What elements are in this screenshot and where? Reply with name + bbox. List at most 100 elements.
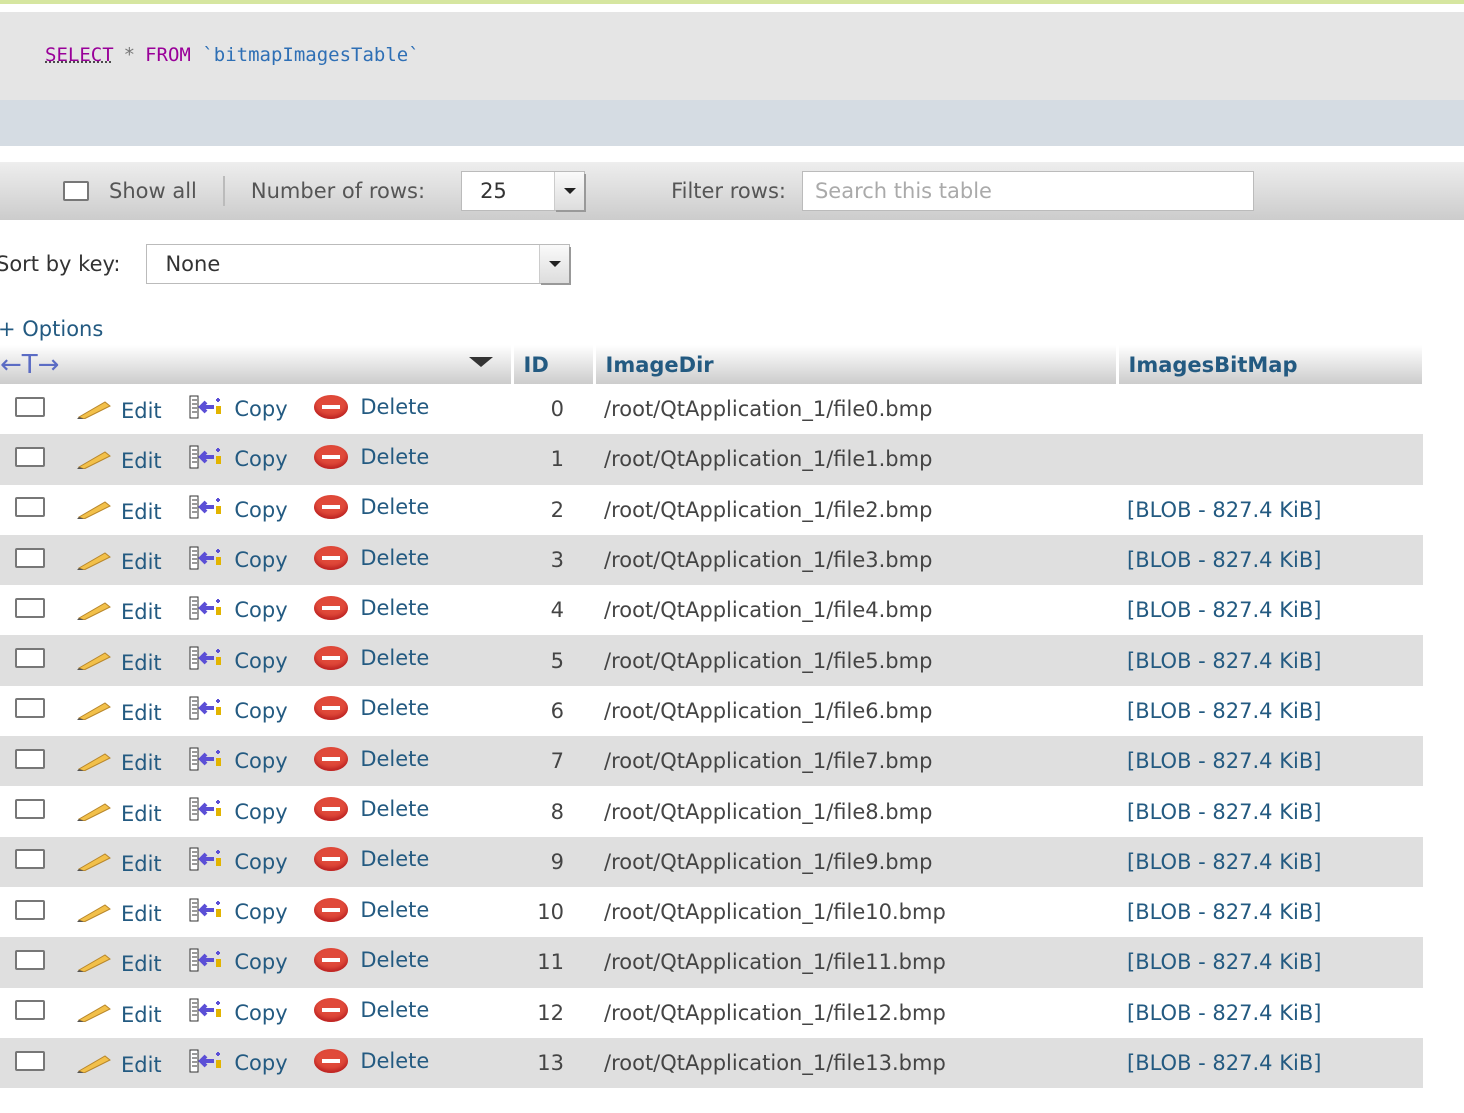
sort-select[interactable]: None [146, 244, 571, 284]
sort-triangle-icon[interactable] [468, 357, 493, 379]
copy-icon [188, 998, 234, 1027]
cell-imagesbitmap[interactable]: [BLOB - 827.4 KiB] [1117, 786, 1423, 837]
column-arrows-icon[interactable]: ←T→ [0, 350, 59, 380]
row-checkbox[interactable] [15, 547, 45, 568]
edit-button[interactable]: Edit [75, 1053, 162, 1078]
delete-button[interactable]: Delete [314, 595, 429, 620]
copy-icon [188, 596, 234, 625]
row-checkbox[interactable] [15, 799, 45, 820]
delete-button[interactable]: Delete [314, 444, 429, 469]
cell-imagesbitmap[interactable]: [BLOB - 827.4 KiB] [1117, 937, 1423, 988]
table-row: Edit Copy Delete 9 /root/QtApplication_1… [0, 836, 1423, 887]
delete-button[interactable]: Delete [314, 998, 429, 1023]
row-checkbox[interactable] [15, 748, 45, 769]
copy-button[interactable]: Copy [188, 797, 288, 826]
delete-button[interactable]: Delete [314, 847, 429, 872]
edit-button[interactable]: Edit [75, 650, 162, 675]
row-checkbox[interactable] [15, 1050, 45, 1071]
cell-id: 2 [512, 484, 594, 535]
delete-button[interactable]: Delete [314, 897, 429, 922]
delete-button[interactable]: Delete [314, 495, 429, 520]
edit-button[interactable]: Edit [75, 952, 162, 977]
pencil-icon [75, 650, 121, 675]
copy-button[interactable]: Copy [188, 445, 288, 474]
delete-icon [314, 998, 349, 1023]
delete-button[interactable]: Delete [314, 646, 430, 671]
copy-button[interactable]: Copy [188, 596, 288, 625]
row-checkbox[interactable] [15, 648, 45, 669]
cell-imagesbitmap[interactable]: [BLOB - 827.4 KiB] [1117, 635, 1423, 686]
edit-button[interactable]: Edit [75, 600, 162, 625]
cell-imagesbitmap[interactable]: [BLOB - 827.4 KiB] [1117, 836, 1423, 887]
table-row: Edit Copy Delete 11 /root/QtApplication_… [0, 937, 1423, 988]
sql-select-keyword[interactable]: SELECT [45, 44, 114, 66]
delete-button[interactable]: Delete [314, 1048, 430, 1073]
cell-imagesbitmap[interactable]: [BLOB - 827.4 KiB] [1117, 534, 1423, 586]
edit-button[interactable]: Edit [75, 550, 162, 575]
row-checkbox[interactable] [15, 1000, 45, 1021]
copy-button[interactable]: Copy [188, 1049, 288, 1078]
copy-button[interactable]: Copy [188, 898, 288, 927]
copy-button[interactable]: Copy [188, 546, 288, 575]
rows-select[interactable]: 25 [461, 171, 586, 211]
row-checkbox[interactable] [15, 698, 45, 719]
copy-button[interactable]: Copy [188, 998, 288, 1027]
delete-button[interactable]: Delete [314, 696, 429, 721]
copy-button[interactable]: Copy [188, 395, 288, 424]
edit-label: Edit [121, 700, 162, 725]
edit-button[interactable]: Edit [75, 499, 162, 524]
cell-imagesbitmap[interactable]: [BLOB - 827.4 KiB] [1117, 484, 1423, 535]
show-all-checkbox[interactable] [63, 181, 89, 201]
row-checkbox[interactable] [15, 396, 45, 417]
row-checkbox[interactable] [15, 899, 45, 920]
copy-button[interactable]: Copy [188, 646, 288, 675]
edit-button[interactable]: Edit [75, 751, 162, 776]
pencil-icon [75, 851, 121, 876]
edit-button[interactable]: Edit [75, 449, 162, 474]
cell-imagedir: /root/QtApplication_1/file2.bmp [594, 484, 1117, 535]
cell-imagesbitmap[interactable]: [BLOB - 827.4 KiB] [1117, 987, 1423, 1038]
copy-button[interactable]: Copy [188, 847, 288, 876]
copy-icon [188, 948, 234, 977]
cell-imagesbitmap[interactable]: [BLOB - 827.4 KiB] [1117, 886, 1423, 938]
delete-button[interactable]: Delete [314, 394, 429, 419]
cell-imagesbitmap[interactable] [1117, 434, 1423, 485]
delete-label: Delete [360, 1048, 430, 1073]
edit-button[interactable]: Edit [75, 399, 162, 424]
column-header-imagedir[interactable]: ImageDir [594, 345, 1119, 384]
cell-imagesbitmap[interactable]: [BLOB - 827.4 KiB] [1117, 685, 1423, 737]
copy-label: Copy [234, 1000, 288, 1025]
edit-button[interactable]: Edit [75, 700, 162, 725]
cell-imagedir: /root/QtApplication_1/file13.bmp [594, 1037, 1117, 1089]
delete-button[interactable]: Delete [314, 947, 429, 972]
cell-imagesbitmap[interactable] [1117, 384, 1423, 435]
edit-button[interactable]: Edit [75, 1002, 162, 1027]
copy-button[interactable]: Copy [188, 747, 288, 776]
delete-button[interactable]: Delete [314, 797, 429, 822]
edit-button[interactable]: Edit [75, 902, 162, 927]
row-checkbox[interactable] [15, 446, 45, 467]
table-row: Edit Copy Delete 13 /root/QtApplication_… [0, 1037, 1423, 1089]
copy-button[interactable]: Copy [188, 696, 288, 725]
cell-imagesbitmap[interactable]: [BLOB - 827.4 KiB] [1117, 585, 1423, 636]
filter-rows-input[interactable] [801, 171, 1254, 211]
sql-star: * [123, 44, 136, 66]
cell-imagesbitmap[interactable]: [BLOB - 827.4 KiB] [1117, 736, 1423, 787]
copy-icon [188, 747, 234, 776]
delete-button[interactable]: Delete [314, 746, 429, 771]
copy-button[interactable]: Copy [188, 948, 288, 977]
row-checkbox[interactable] [15, 597, 45, 618]
copy-button[interactable]: Copy [188, 495, 288, 524]
edit-button[interactable]: Edit [75, 851, 162, 876]
delete-label: Delete [360, 646, 430, 671]
column-header-id[interactable]: ID [512, 345, 596, 384]
column-header-imagesbitmap[interactable]: ImagesBitMap [1117, 345, 1425, 384]
delete-button[interactable]: Delete [314, 545, 429, 570]
cell-imagesbitmap[interactable]: [BLOB - 827.4 KiB] [1117, 1037, 1423, 1089]
row-checkbox[interactable] [15, 949, 45, 970]
copy-label: Copy [234, 497, 288, 522]
options-link[interactable]: + Options [0, 317, 103, 341]
row-checkbox[interactable] [15, 849, 45, 870]
edit-button[interactable]: Edit [75, 801, 162, 826]
row-checkbox[interactable] [15, 497, 45, 518]
